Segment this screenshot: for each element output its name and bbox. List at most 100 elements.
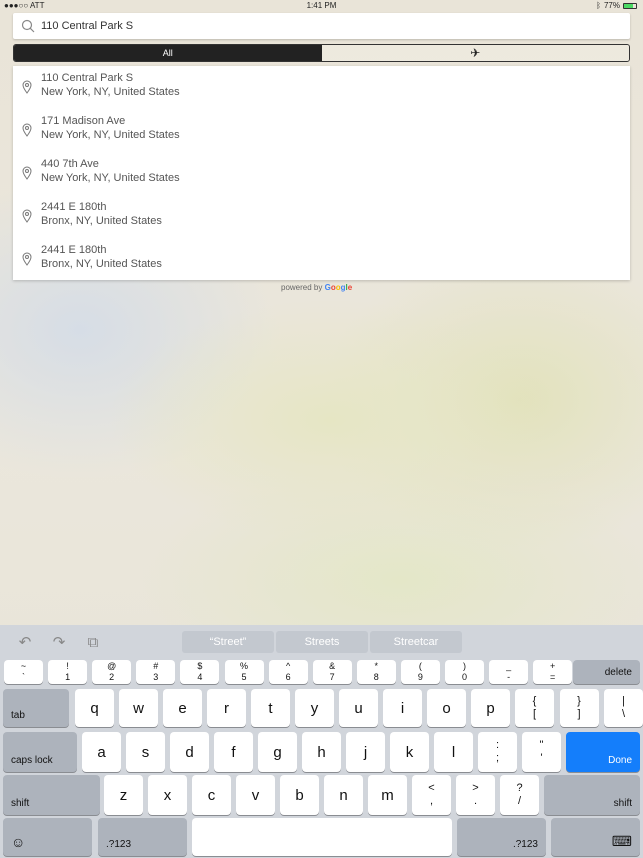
done-label: Done — [608, 755, 632, 766]
key-top: # — [153, 661, 159, 671]
numbers-key-right[interactable]: .?123 — [457, 818, 546, 856]
key-r[interactable]: r — [207, 689, 246, 727]
location-pin-icon — [22, 166, 32, 180]
suggestion-1[interactable]: “Street” — [182, 631, 274, 653]
hide-keyboard-key[interactable]: ⌨ — [551, 818, 640, 856]
key-p[interactable]: p — [471, 689, 510, 727]
delete-key[interactable]: delete — [573, 660, 640, 684]
key-top: $ — [197, 661, 203, 671]
key-f[interactable]: f — [214, 732, 253, 772]
key-i[interactable]: i — [383, 689, 422, 727]
key-6[interactable]: ^ 6 — [268, 660, 308, 684]
key-sym[interactable]: " ' — [522, 732, 561, 772]
key-q[interactable]: q — [75, 689, 114, 727]
key-t[interactable]: t — [251, 689, 290, 727]
segmented-control[interactable]: All ✈ — [13, 44, 630, 62]
key-5[interactable]: % 5 — [224, 660, 264, 684]
key-u[interactable]: u — [339, 689, 378, 727]
suggestion-3[interactable]: Streetcar — [370, 631, 462, 653]
key-2[interactable]: @2 — [92, 660, 132, 684]
result-city: New York, NY, United States — [41, 172, 180, 184]
key-sym[interactable]: :; — [478, 732, 517, 772]
airplane-icon: ✈ — [470, 46, 481, 60]
key-d[interactable]: d — [170, 732, 209, 772]
key-1[interactable]: ! 1 — [48, 660, 88, 684]
result-item[interactable]: 2441 E 180th Bronx, NY, United States — [13, 195, 630, 238]
emoji-key[interactable]: ☺ — [3, 818, 92, 856]
shift-label: shift — [11, 798, 30, 809]
space-key[interactable] — [192, 818, 452, 856]
key-y[interactable]: y — [295, 689, 334, 727]
key-o[interactable]: o — [427, 689, 466, 727]
key-bottom: 5 — [241, 672, 247, 682]
key-m[interactable]: m — [368, 775, 407, 815]
key-bottom: - — [507, 672, 511, 682]
key-7[interactable]: & 7 — [312, 660, 352, 684]
key-=[interactable]: + = — [533, 660, 573, 684]
segment-airports[interactable]: ✈ — [321, 45, 629, 61]
result-street: 171 Madison Ave — [41, 115, 126, 127]
location-pin-icon — [22, 209, 32, 223]
shift-right-key[interactable]: shift — [544, 775, 640, 815]
segment-all[interactable]: All — [14, 45, 322, 61]
key-z[interactable]: z — [104, 775, 143, 815]
paste-icon[interactable]: ⧉ — [85, 635, 101, 651]
key-8[interactable]: * 8 — [356, 660, 396, 684]
search-icon — [21, 19, 35, 33]
key-0[interactable]: ) 0 — [445, 660, 484, 684]
undo-icon[interactable]: ↶ — [17, 635, 33, 651]
key-l[interactable]: l — [434, 732, 473, 772]
key-top: " — [539, 739, 544, 751]
result-item[interactable]: 171 Madison Ave New York, NY, United Stat… — [13, 109, 630, 152]
caps-lock-key[interactable]: caps lock — [3, 732, 77, 772]
suggestion-2[interactable]: Streets — [276, 631, 368, 653]
key-top: | — [622, 695, 625, 707]
key-w[interactable]: w — [119, 689, 158, 727]
key-x[interactable]: x — [148, 775, 187, 815]
shift-left-key[interactable]: shift — [3, 775, 100, 815]
key-g[interactable]: g — [258, 732, 297, 772]
key-sym[interactable]: <, — [412, 775, 451, 815]
result-item[interactable]: 2441 E 180th Bronx, NY, United States — [13, 238, 630, 281]
result-item[interactable]: 110 Central Park S New York, NY, United S… — [13, 66, 630, 109]
key--[interactable]: _ - — [489, 660, 529, 684]
key-bottom: 2 — [109, 672, 115, 682]
search-bar[interactable] — [13, 13, 630, 39]
done-key[interactable]: Done — [566, 732, 640, 772]
key-bottom: = — [550, 672, 556, 682]
key-sym[interactable]: ? / — [500, 775, 539, 815]
search-input[interactable] — [41, 20, 601, 32]
key-bottom: 1 — [65, 672, 71, 682]
key-9[interactable]: (9 — [400, 660, 440, 684]
key-top: : — [495, 739, 500, 751]
key-bottom: . — [473, 795, 478, 807]
key-3[interactable]: #3 — [136, 660, 176, 684]
key-n[interactable]: n — [324, 775, 363, 815]
key-b[interactable]: b — [280, 775, 319, 815]
key-4[interactable]: $4 — [180, 660, 220, 684]
key-sym[interactable]: | \ — [604, 689, 643, 727]
key-sym[interactable]: }] — [559, 689, 599, 727]
key-sym[interactable]: >. — [456, 775, 495, 815]
result-item[interactable]: 440 7th Ave New York, NY, United States — [13, 152, 630, 195]
key-v[interactable]: v — [236, 775, 275, 815]
key-j[interactable]: j — [346, 732, 385, 772]
key-sym[interactable]: {[ — [515, 689, 554, 727]
result-city: Bronx, NY, United States — [41, 258, 162, 270]
redo-icon[interactable]: ↷ — [51, 635, 67, 651]
key-top: ~ — [20, 661, 27, 671]
tab-key[interactable]: tab — [3, 689, 69, 727]
key-s[interactable]: s — [126, 732, 165, 772]
key-e[interactable]: e — [163, 689, 202, 727]
key-top: * — [374, 661, 379, 671]
key-top: ( — [418, 661, 422, 671]
status-right: ᛒ 77% — [596, 1, 637, 10]
result-city: New York, NY, United States — [41, 86, 180, 98]
battery-percent: 77% — [603, 1, 620, 10]
key-c[interactable]: c — [192, 775, 231, 815]
numbers-key-left[interactable]: .?123 — [98, 818, 187, 856]
key-`[interactable]: ~ ` — [4, 660, 43, 684]
key-a[interactable]: a — [82, 732, 121, 772]
key-h[interactable]: h — [302, 732, 341, 772]
key-k[interactable]: k — [390, 732, 429, 772]
